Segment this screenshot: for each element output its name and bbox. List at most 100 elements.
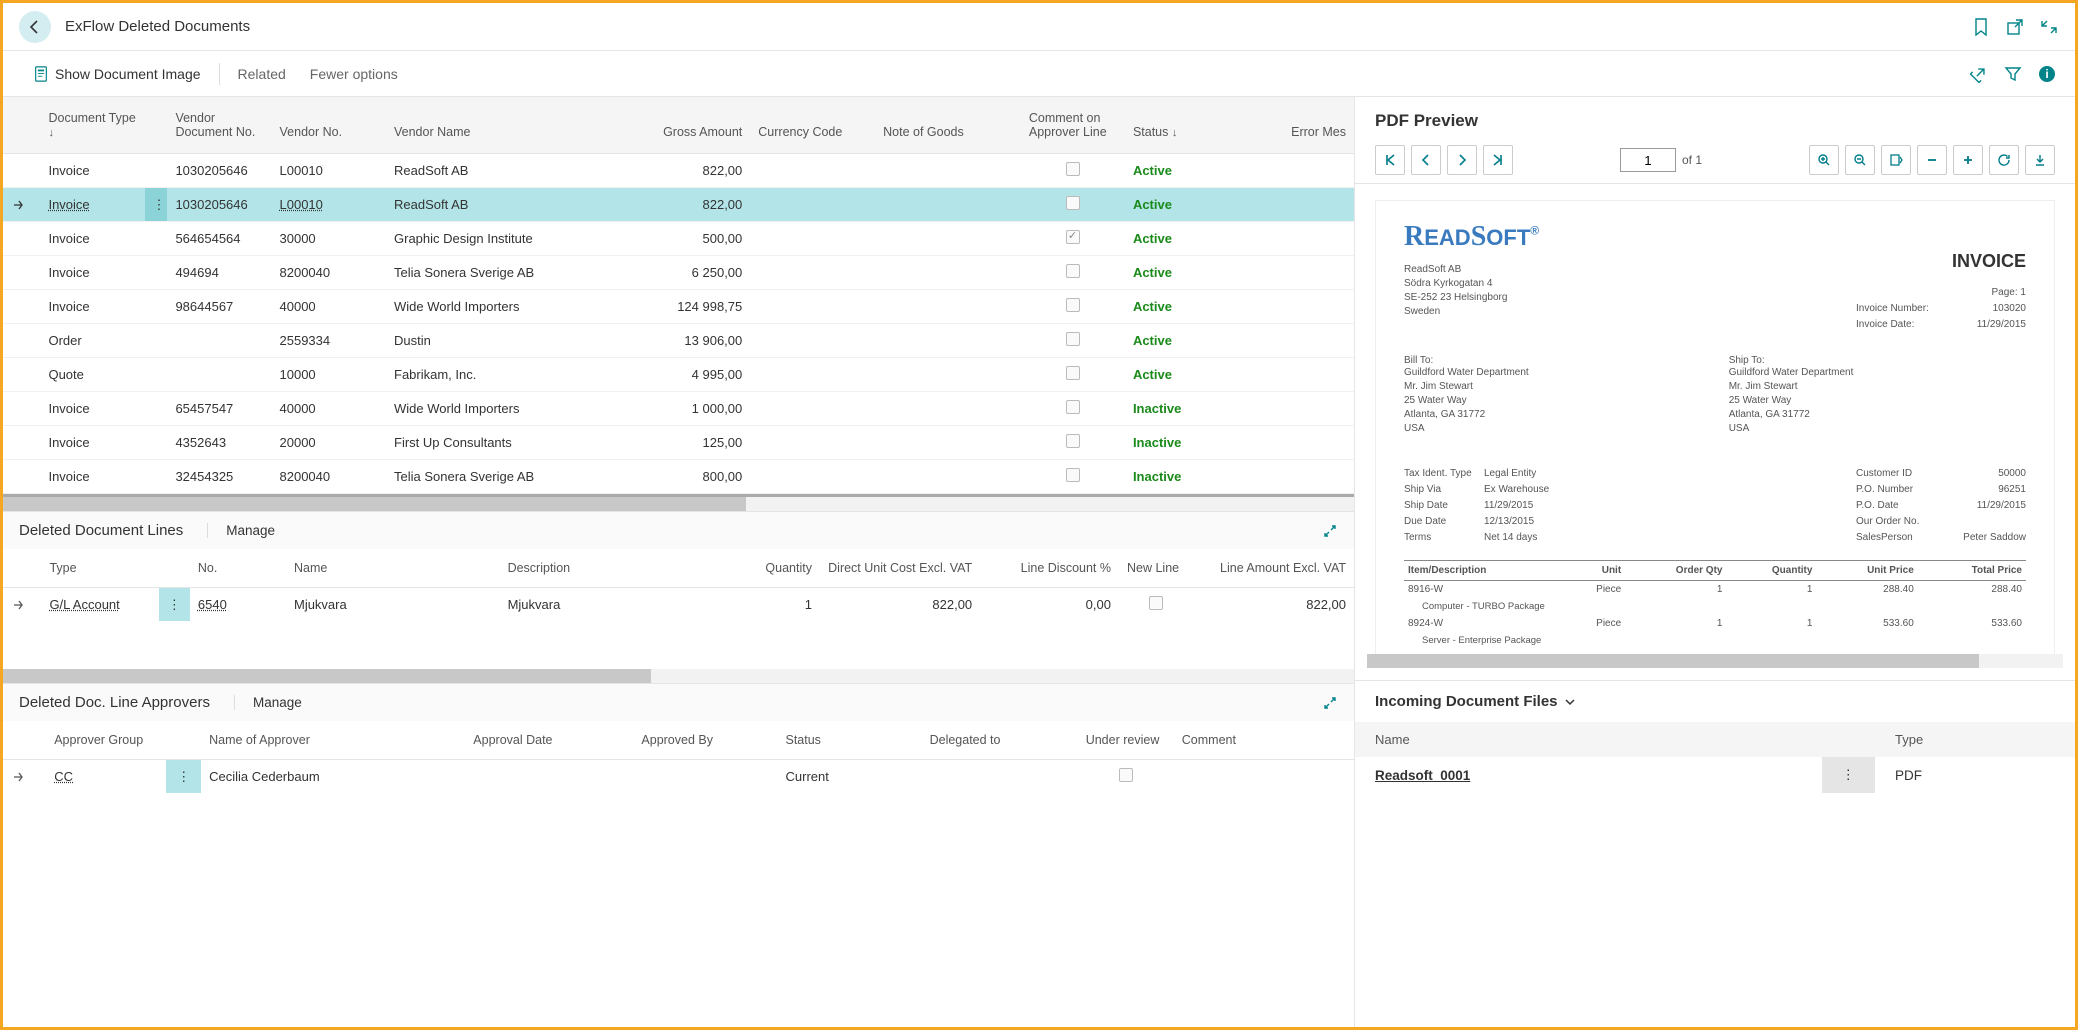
- row-vendor-no[interactable]: L00010: [280, 197, 323, 212]
- col-vendor-no[interactable]: Vendor No.: [272, 97, 386, 154]
- row-comment-checkbox[interactable]: [1066, 434, 1080, 448]
- approver-under-review-checkbox[interactable]: [1119, 768, 1133, 782]
- lines-col-unit-cost[interactable]: Direct Unit Cost Excl. VAT: [820, 549, 980, 588]
- row-menu[interactable]: [145, 460, 168, 494]
- appr-col-comment[interactable]: Comment: [1174, 721, 1354, 760]
- col-comment-approver[interactable]: Comment on Approver Line: [1021, 97, 1125, 154]
- document-row[interactable]: Order 2559334 Dustin 13 906,00 Active: [3, 324, 1354, 358]
- incoming-row[interactable]: Readsoft_0001 ⋮ PDF: [1355, 757, 2075, 793]
- row-comment-checkbox[interactable]: [1066, 264, 1080, 278]
- row-vendor-no[interactable]: 8200040: [280, 469, 331, 484]
- row-comment-checkbox[interactable]: [1066, 230, 1080, 244]
- appr-col-by[interactable]: Approved By: [633, 721, 777, 760]
- document-row[interactable]: Invoice 1030205646 L00010 ReadSoft AB 82…: [3, 154, 1354, 188]
- show-document-image-button[interactable]: Show Document Image: [21, 62, 213, 86]
- appr-col-date[interactable]: Approval Date: [465, 721, 633, 760]
- incoming-files-header[interactable]: Incoming Document Files: [1355, 680, 2075, 722]
- line-new-line-checkbox[interactable]: [1149, 596, 1163, 610]
- pdf-zoom-in-button[interactable]: [1809, 145, 1839, 175]
- approver-row[interactable]: CC ⋮ Cecilia Cederbaum Current: [3, 760, 1354, 794]
- appr-col-status[interactable]: Status: [778, 721, 922, 760]
- row-menu[interactable]: [145, 256, 168, 290]
- incoming-row-menu[interactable]: ⋮: [1822, 757, 1876, 793]
- row-menu[interactable]: [145, 392, 168, 426]
- lines-col-disc[interactable]: Line Discount %: [980, 549, 1119, 588]
- document-row[interactable]: Invoice 4352643 20000 First Up Consultan…: [3, 426, 1354, 460]
- row-menu[interactable]: [145, 154, 168, 188]
- row-vendor-no[interactable]: 20000: [280, 435, 316, 450]
- pdf-viewer[interactable]: READSOFT® INVOICE ReadSoft ABSödra Kyrko…: [1355, 184, 2075, 654]
- col-doc-type[interactable]: Document Type ↓: [40, 97, 144, 154]
- row-comment-checkbox[interactable]: [1066, 298, 1080, 312]
- appr-col-under-review[interactable]: Under review: [1078, 721, 1174, 760]
- incoming-file-name[interactable]: Readsoft_0001: [1375, 768, 1470, 783]
- approver-row-menu[interactable]: ⋮: [166, 760, 201, 794]
- line-type[interactable]: G/L Account: [49, 597, 119, 612]
- pdf-last-page-button[interactable]: [1483, 145, 1513, 175]
- row-comment-checkbox[interactable]: [1066, 400, 1080, 414]
- lines-col-type[interactable]: Type: [41, 549, 158, 588]
- filter-icon[interactable]: [2003, 64, 2023, 84]
- approvers-grid[interactable]: Approver Group Name of Approver Approval…: [3, 721, 1354, 793]
- documents-grid[interactable]: Document Type ↓ Vendor Document No. Vend…: [3, 97, 1354, 497]
- document-row[interactable]: Invoice 98644567 40000 Wide World Import…: [3, 290, 1354, 324]
- incoming-col-type[interactable]: Type: [1875, 722, 2075, 757]
- lines-col-new-line[interactable]: New Line: [1119, 549, 1194, 588]
- pdf-zoom-out-button[interactable]: [1845, 145, 1875, 175]
- line-row[interactable]: G/L Account ⋮ 6540 Mjukvara Mjukvara 1 8…: [3, 588, 1354, 622]
- info-icon[interactable]: i: [2037, 64, 2057, 84]
- appr-col-group[interactable]: Approver Group: [46, 721, 166, 760]
- row-vendor-no[interactable]: 40000: [280, 401, 316, 416]
- pdf-fit-width-button[interactable]: [1881, 145, 1911, 175]
- document-row[interactable]: Invoice 65457547 40000 Wide World Import…: [3, 392, 1354, 426]
- col-currency-code[interactable]: Currency Code: [750, 97, 875, 154]
- pdf-prev-page-button[interactable]: [1411, 145, 1441, 175]
- popout-icon[interactable]: [2005, 17, 2025, 37]
- share-icon[interactable]: [1969, 64, 1989, 84]
- row-menu[interactable]: [145, 324, 168, 358]
- appr-col-name[interactable]: Name of Approver: [201, 721, 465, 760]
- pdf-page-input[interactable]: [1620, 148, 1676, 172]
- col-error-msg[interactable]: Error Mes: [1229, 97, 1354, 154]
- lines-col-name[interactable]: Name: [286, 549, 500, 588]
- row-vendor-no[interactable]: 8200040: [280, 265, 331, 280]
- col-note-goods[interactable]: Note of Goods: [875, 97, 1021, 154]
- row-vendor-no[interactable]: 10000: [280, 367, 316, 382]
- document-row[interactable]: Invoice 564654564 30000 Graphic Design I…: [3, 222, 1354, 256]
- approvers-popout-icon[interactable]: [1322, 695, 1338, 711]
- row-vendor-no[interactable]: 40000: [280, 299, 316, 314]
- collapse-icon[interactable]: [2039, 17, 2059, 37]
- grid-h-scrollbar[interactable]: [3, 497, 1354, 511]
- row-comment-checkbox[interactable]: [1066, 162, 1080, 176]
- line-row-menu[interactable]: ⋮: [159, 588, 190, 622]
- approvers-manage-button[interactable]: Manage: [234, 695, 302, 710]
- fewer-options-link[interactable]: Fewer options: [298, 62, 410, 86]
- line-no[interactable]: 6540: [198, 597, 227, 612]
- lines-col-no[interactable]: No.: [190, 549, 286, 588]
- row-comment-checkbox[interactable]: [1066, 468, 1080, 482]
- col-vendor-doc-no[interactable]: Vendor Document No.: [167, 97, 271, 154]
- row-menu[interactable]: [145, 358, 168, 392]
- lines-popout-icon[interactable]: [1322, 523, 1338, 539]
- row-menu[interactable]: [145, 426, 168, 460]
- document-row[interactable]: Quote 10000 Fabrikam, Inc. 4 995,00 Acti…: [3, 358, 1354, 392]
- pdf-minus-button[interactable]: [1917, 145, 1947, 175]
- document-row[interactable]: Invoice 32454325 8200040 Telia Sonera Sv…: [3, 460, 1354, 494]
- lines-col-line-amt[interactable]: Line Amount Excl. VAT: [1194, 549, 1354, 588]
- lines-grid[interactable]: Type No. Name Description Quantity Direc…: [3, 549, 1354, 621]
- lines-col-desc[interactable]: Description: [500, 549, 714, 588]
- document-row[interactable]: Invoice 494694 8200040 Telia Sonera Sver…: [3, 256, 1354, 290]
- row-comment-checkbox[interactable]: [1066, 332, 1080, 346]
- pdf-first-page-button[interactable]: [1375, 145, 1405, 175]
- row-vendor-no[interactable]: 30000: [280, 231, 316, 246]
- lines-col-qty[interactable]: Quantity: [713, 549, 820, 588]
- appr-col-delegated[interactable]: Delegated to: [922, 721, 1078, 760]
- row-vendor-no[interactable]: L00010: [280, 163, 323, 178]
- row-menu[interactable]: [145, 290, 168, 324]
- incoming-files-grid[interactable]: Name Type Readsoft_0001 ⋮ PDF: [1355, 722, 2075, 793]
- row-vendor-no[interactable]: 2559334: [280, 333, 331, 348]
- incoming-col-name[interactable]: Name: [1355, 722, 1822, 757]
- pdf-next-page-button[interactable]: [1447, 145, 1477, 175]
- approver-group[interactable]: CC: [54, 769, 73, 784]
- pdf-refresh-button[interactable]: [1989, 145, 2019, 175]
